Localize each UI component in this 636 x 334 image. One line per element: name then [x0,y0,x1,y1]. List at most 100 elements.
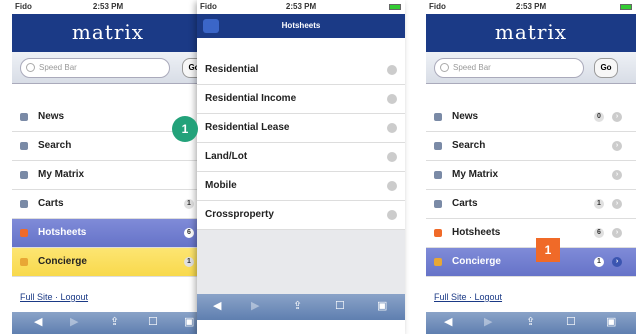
menu-item-concierge[interactable]: Concierge 1 [12,248,204,277]
pages-icon[interactable]: ▣ [606,315,616,328]
hotsheet-item[interactable]: Land/Lot [197,143,405,172]
person-icon [20,171,28,179]
bookmarks-icon[interactable]: ☐ [148,315,158,328]
time-label: 2:53 PM [92,2,124,11]
right-phone: Fido 2:53 PM matrix Speed Bar Go News 0 › … [426,0,636,334]
full-site-link[interactable]: Full Site [20,292,53,302]
pages-icon[interactable]: ▣ [184,315,194,328]
hotsheet-item[interactable]: Residential Income [197,85,405,114]
menu-label: My Matrix [452,169,499,180]
hotsheet-item[interactable]: Mobile [197,172,405,201]
forward-icon[interactable]: ▶ [484,315,492,328]
time-label: 2:53 PM [515,2,547,11]
chevron-icon [387,123,397,133]
chevron-icon: › [612,112,622,122]
speed-bar-placeholder: Speed Bar [453,63,491,72]
chevron-icon: › [612,257,622,267]
marker-number: 1 [181,122,189,136]
hotsheet-item[interactable]: Crossproperty [197,201,405,230]
footer-separator: · [52,292,61,302]
marker-number: 1 [544,243,552,257]
menu-label: My Matrix [38,169,85,180]
hotsheet-item[interactable]: Residential Lease [197,114,405,143]
step-marker-green: 1 [172,116,198,142]
count-badge: 1 [184,199,194,209]
pages-icon[interactable]: ▣ [377,299,387,312]
cart-icon [20,200,28,208]
full-site-link[interactable]: Full Site [434,292,467,302]
count-badge: 1 [594,199,604,209]
chevron-icon [387,65,397,75]
share-icon[interactable]: ⇪ [526,315,535,328]
menu-item-search[interactable]: Search › [426,132,636,161]
status-bar: Fido 2:53 PM [426,0,636,14]
count-badge: 1 [594,257,604,267]
battery-icon [389,4,401,10]
bookmarks-icon[interactable]: ☐ [566,315,576,328]
footer-links: Full Site · Logout [426,292,502,302]
hotsheets-navbar: Hotsheets [197,14,405,38]
footer-links: Full Site · Logout [12,292,88,302]
search-icon [440,63,449,72]
menu-item-carts[interactable]: Carts 1 [12,190,204,219]
search-icon [26,63,35,72]
person-icon [434,171,442,179]
hotsheet-icon [20,229,28,237]
chevron-icon [387,210,397,220]
news-icon [20,113,28,121]
search-bar: Speed Bar Go [426,52,636,84]
concierge-icon [434,258,442,266]
left-phone: Fido 2:53 PM matrix Speed Bar Go News Se… [12,0,204,334]
bookmarks-icon[interactable]: ☐ [335,299,345,312]
battery-icon [620,4,632,10]
home-icon[interactable] [203,19,219,33]
hotsheet-icon [434,229,442,237]
menu-label: Hotsheets [38,227,87,238]
count-badge: 6 [184,228,194,238]
count-badge: 1 [184,257,194,267]
menu-label: News [38,111,65,122]
menu-item-hotsheets[interactable]: Hotsheets 6 [12,219,204,248]
time-label: 2:53 PM [285,2,317,11]
browser-toolbar: ◀ ▶ ⇪ ☐ ▣ [12,312,204,334]
menu-item-news[interactable]: News 0 › [426,103,636,132]
share-icon[interactable]: ⇪ [110,315,119,328]
menu-item-carts[interactable]: Carts 1 › [426,190,636,219]
menu-item-hotsheets[interactable]: Hotsheets 6 › [426,219,636,248]
chevron-icon: › [612,141,622,151]
go-button[interactable]: Go [594,58,618,78]
logout-link[interactable]: Logout [475,292,503,302]
logout-link[interactable]: Logout [61,292,89,302]
menu-item-my-matrix[interactable]: My Matrix [12,161,204,190]
menu-label: Search [38,140,72,151]
forward-icon[interactable]: ▶ [251,299,259,312]
hotsheet-item[interactable]: Residential [197,56,405,85]
share-icon[interactable]: ⇪ [293,299,302,312]
forward-icon[interactable]: ▶ [70,315,78,328]
chevron-icon: › [612,170,622,180]
browser-toolbar: ◀ ▶ ⇪ ☐ ▣ [426,312,636,334]
count-badge: 0 [594,112,604,122]
back-icon[interactable]: ◀ [213,299,221,312]
browser-toolbar: ◀ ▶ ⇪ ☐ ▣ [197,294,405,320]
footer-separator: · [466,292,475,302]
chevron-icon: › [612,228,622,238]
search-icon [20,142,28,150]
count-badge: 6 [594,228,604,238]
search-icon [434,142,442,150]
menu-label: Concierge [38,256,87,267]
menu-label: Carts [38,198,64,209]
back-icon[interactable]: ◀ [34,315,42,328]
chevron-icon [387,94,397,104]
menu-label: Carts [452,198,478,209]
concierge-icon [20,258,28,266]
cart-icon [434,200,442,208]
speed-bar-placeholder: Speed Bar [39,63,77,72]
menu-item-my-matrix[interactable]: My Matrix › [426,161,636,190]
chevron-icon: › [612,199,622,209]
menu-item-concierge[interactable]: Concierge 1 › [426,248,636,277]
speed-bar-input[interactable]: Speed Bar [434,58,584,78]
back-icon[interactable]: ◀ [444,315,452,328]
menu-label: Hotsheets [452,227,501,238]
speed-bar-input[interactable]: Speed Bar [20,58,170,78]
